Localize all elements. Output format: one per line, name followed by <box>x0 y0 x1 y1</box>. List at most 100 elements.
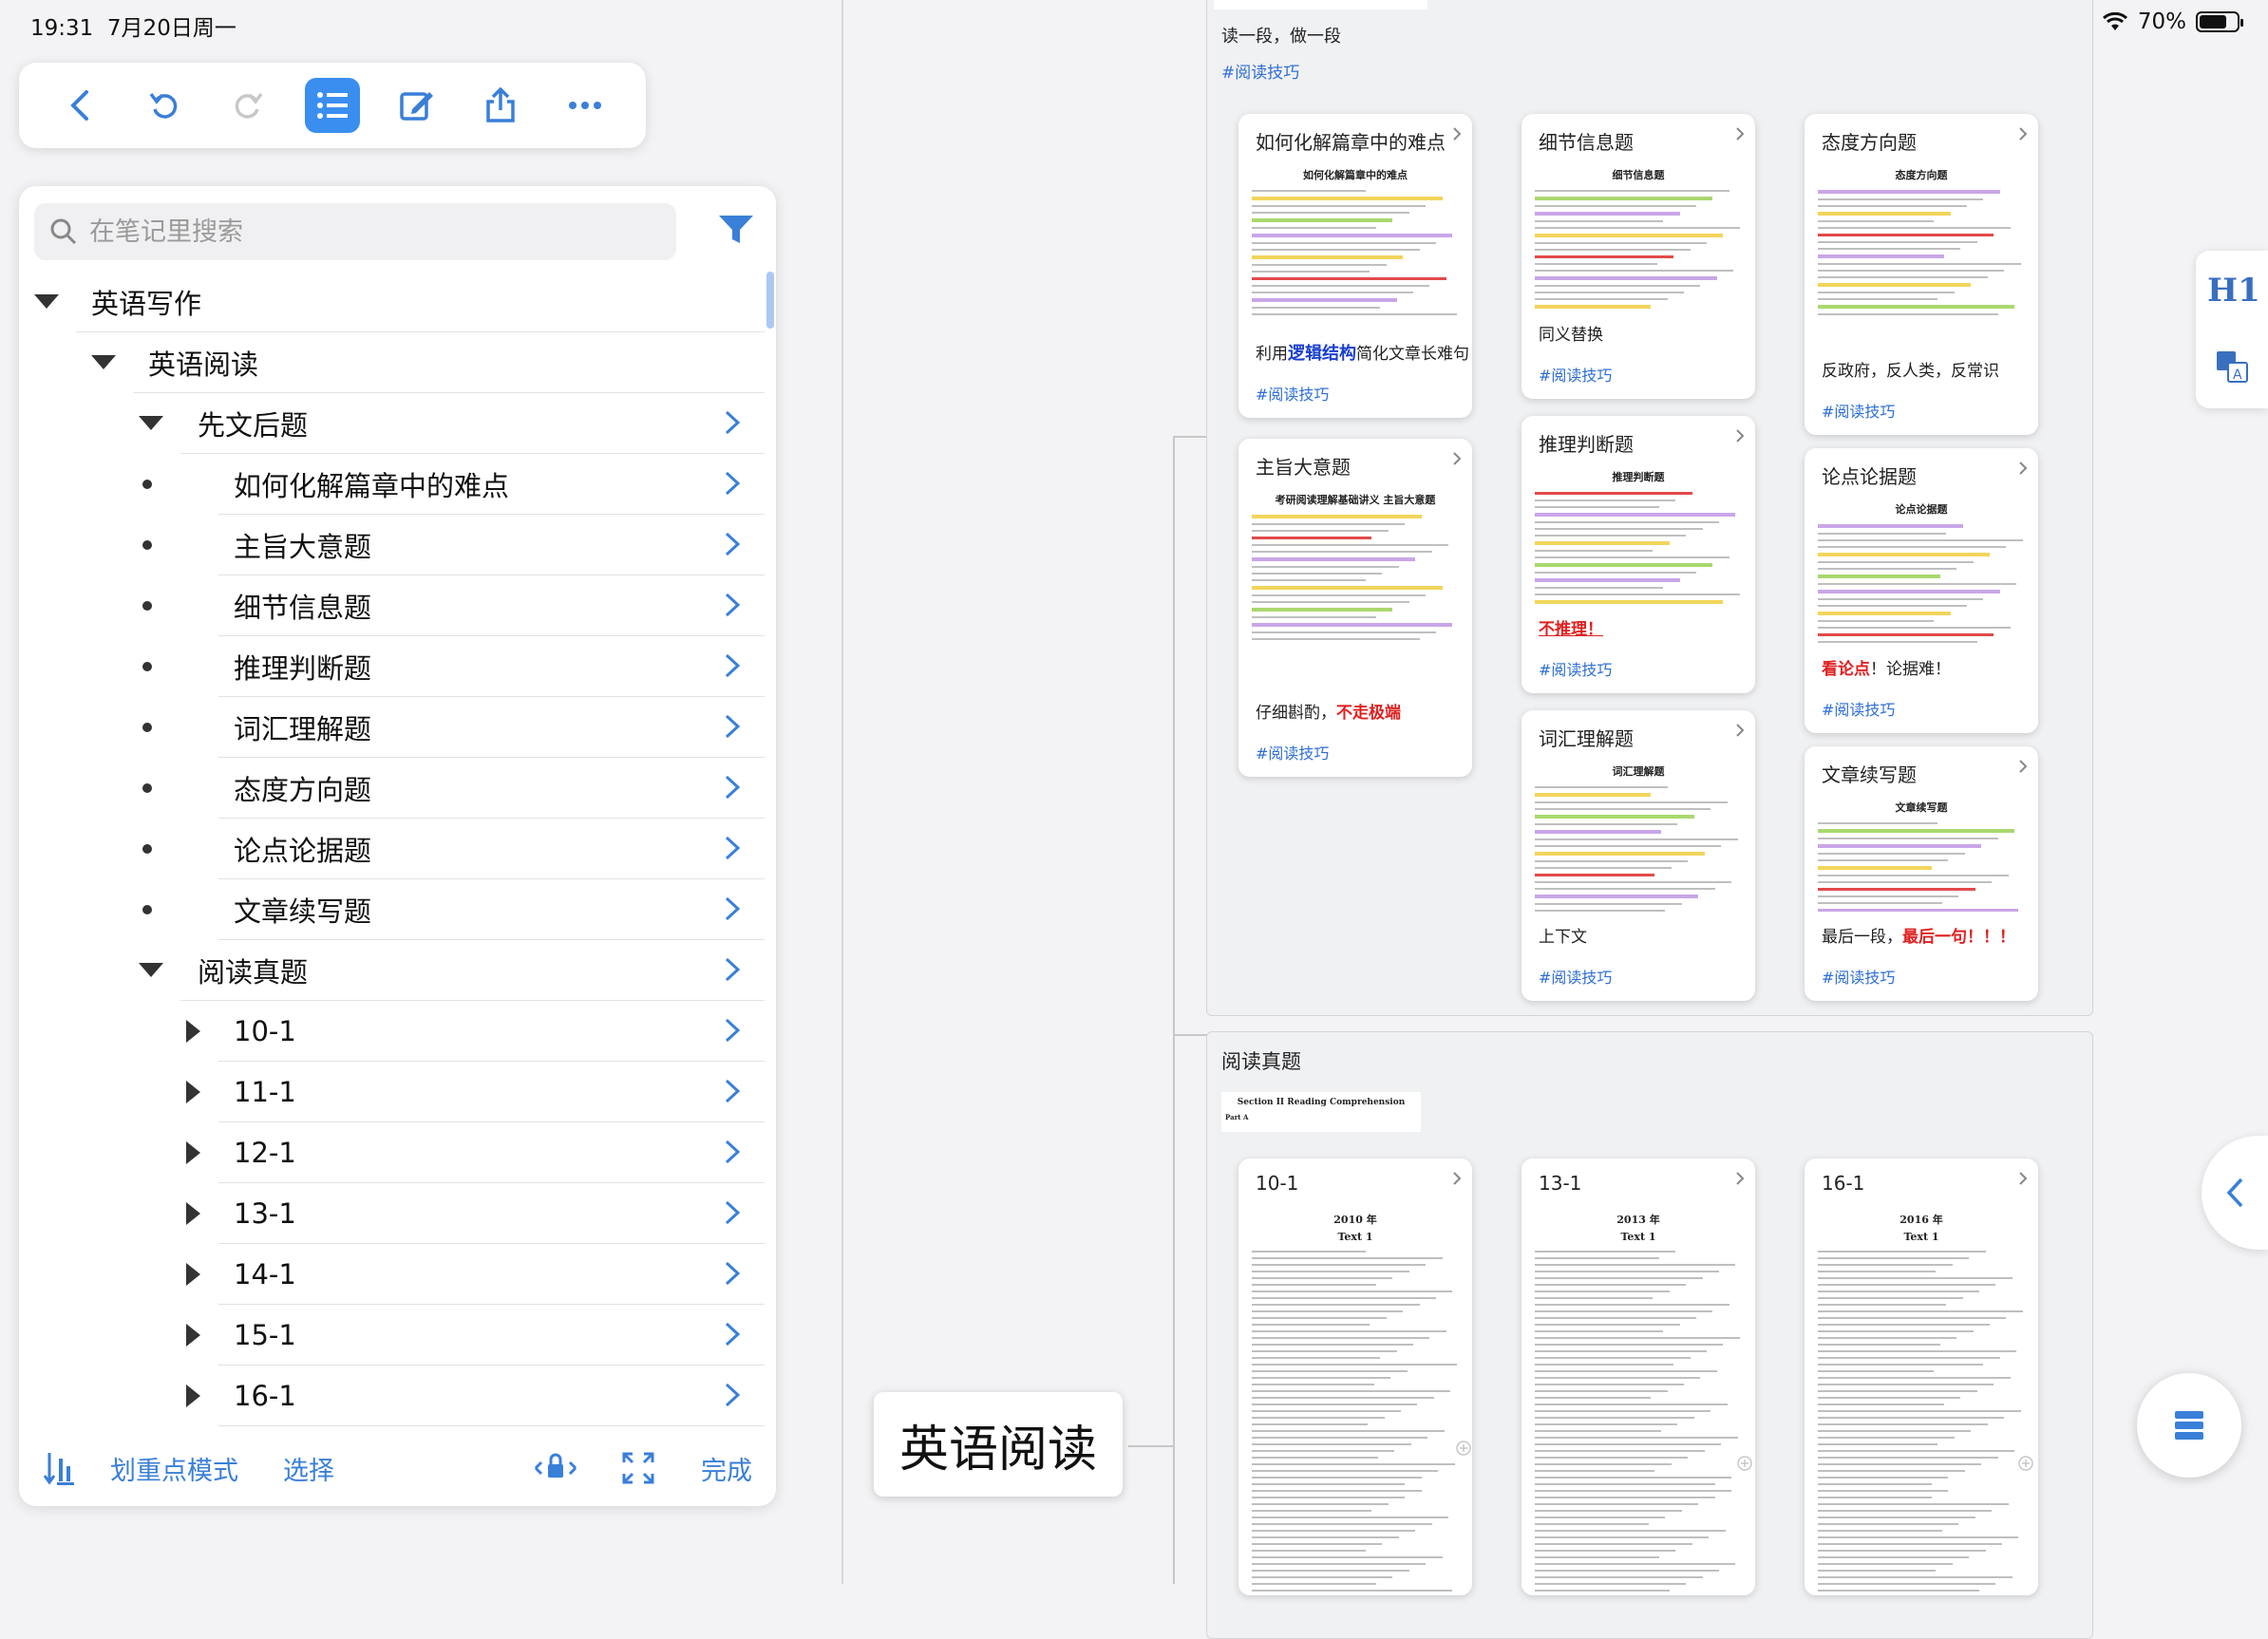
chevron-right-icon[interactable] <box>723 1077 742 1105</box>
back-icon[interactable] <box>52 78 107 133</box>
chevron-right-icon[interactable] <box>723 591 742 619</box>
chevron-right-icon[interactable] <box>723 955 742 984</box>
skill-card[interactable]: 词汇理解题 词汇理解题 上下文 #阅读技巧 <box>1521 710 1755 1001</box>
expand-arrow-icon[interactable] <box>186 1141 200 1164</box>
skill-card[interactable]: 推理判断题 推理判断题 不推理！ #阅读技巧 <box>1521 416 1755 693</box>
done-button[interactable]: 完成 <box>701 1450 752 1487</box>
root-node[interactable]: 英语阅读 <box>874 1392 1123 1497</box>
search-input[interactable] <box>87 216 638 248</box>
skill-card[interactable]: 细节信息题 细节信息题 同义替换 #阅读技巧 <box>1521 114 1755 399</box>
chevron-right-icon[interactable] <box>723 1198 742 1227</box>
tree-node-level1[interactable]: 英语阅读 <box>19 332 776 393</box>
expand-arrow-icon[interactable] <box>186 1324 200 1347</box>
chevron-right-icon[interactable] <box>1734 427 1746 444</box>
card-tag[interactable]: #阅读技巧 <box>1822 399 1895 422</box>
card-tag[interactable]: #阅读技巧 <box>1539 657 1612 680</box>
skill-card[interactable]: 如何化解篇章中的难点 如何化解篇章中的难点 利用逻辑结构简化文章长难句 #阅读技巧 <box>1238 114 1472 418</box>
collapse-icon[interactable] <box>139 963 163 977</box>
sort-icon[interactable] <box>42 1449 78 1487</box>
chevron-right-icon[interactable] <box>723 1259 742 1288</box>
collapse-icon[interactable] <box>34 294 59 309</box>
tree-collapsed-item[interactable]: 11-1 <box>19 1062 776 1122</box>
tree-leaf-item[interactable]: 主旨大意题 <box>19 515 776 575</box>
exam-card[interactable]: 10-1 2010 年 Text 1 <box>1238 1159 1472 1595</box>
tree-leaf-item[interactable]: 态度方向题 <box>19 758 776 819</box>
expand-arrow-icon[interactable] <box>186 1020 200 1043</box>
add-node-icon[interactable] <box>1455 1440 1472 1457</box>
highlight-mode-button[interactable]: 划重点模式 <box>110 1450 238 1487</box>
exam-card[interactable]: 16-1 2016 年 Text 1 <box>1805 1159 2038 1595</box>
card-tag[interactable]: #阅读技巧 <box>1256 741 1329 763</box>
tree-node-root[interactable]: 英语写作 <box>19 272 776 332</box>
search-box[interactable] <box>34 203 676 260</box>
layers-button[interactable] <box>2137 1373 2241 1478</box>
chevron-right-icon[interactable] <box>723 1381 742 1409</box>
translate-icon[interactable]: A <box>2215 349 2249 384</box>
tree-collapsed-item[interactable]: 10-1 <box>19 1001 776 1062</box>
tree-leaf-item[interactable]: 细节信息题 <box>19 575 776 636</box>
tree-node-group2[interactable]: 阅读真题 <box>19 940 776 1001</box>
chevron-right-icon[interactable] <box>723 1320 742 1348</box>
expand-arrow-icon[interactable] <box>186 1081 200 1103</box>
redo-icon[interactable] <box>220 78 275 133</box>
chevron-right-icon[interactable] <box>723 469 742 498</box>
chevron-right-icon[interactable] <box>723 834 742 862</box>
more-icon[interactable] <box>558 78 613 133</box>
chevron-right-icon[interactable] <box>2017 125 2029 142</box>
chevron-right-icon[interactable] <box>2017 460 2029 477</box>
collapse-icon[interactable] <box>139 416 163 430</box>
lock-icon[interactable] <box>532 1451 579 1485</box>
select-button[interactable]: 选择 <box>283 1450 334 1487</box>
expand-icon[interactable] <box>621 1451 655 1485</box>
chevron-right-icon[interactable] <box>723 895 742 923</box>
filter-icon[interactable] <box>717 213 755 247</box>
chevron-right-icon[interactable] <box>723 651 742 680</box>
tree-leaf-item[interactable]: 文章续写题 <box>19 879 776 940</box>
chevron-right-icon[interactable] <box>1451 125 1463 142</box>
add-node-icon[interactable] <box>1736 1455 1753 1472</box>
skill-card[interactable]: 文章续写题 文章续写题 最后一段，最后一句！！！ #阅读技巧 <box>1805 746 2038 1001</box>
chevron-right-icon[interactable] <box>1451 450 1463 467</box>
chevron-right-icon[interactable] <box>1451 1170 1463 1187</box>
chevron-right-icon[interactable] <box>2017 758 2029 775</box>
tree-leaf-item[interactable]: 论点论据题 <box>19 819 776 879</box>
card-tag[interactable]: #阅读技巧 <box>1822 965 1895 988</box>
card-tag[interactable]: #阅读技巧 <box>1539 363 1612 386</box>
tree-collapsed-item[interactable]: 12-1 <box>19 1122 776 1183</box>
undo-icon[interactable] <box>137 78 192 133</box>
chevron-right-icon[interactable] <box>723 1138 742 1166</box>
share-icon[interactable] <box>473 78 528 133</box>
tree-collapsed-item[interactable]: 13-1 <box>19 1183 776 1244</box>
chevron-right-icon[interactable] <box>723 773 742 801</box>
tree-collapsed-item[interactable]: 14-1 <box>19 1244 776 1305</box>
skill-card[interactable]: 主旨大意题 考研阅读理解基础讲义 主旨大意题 仔细斟酌，不走极端 #阅读技巧 <box>1238 439 1472 777</box>
group-tag[interactable]: #阅读技巧 <box>1221 59 1299 83</box>
expand-arrow-icon[interactable] <box>186 1202 200 1225</box>
collapse-icon[interactable] <box>91 355 116 369</box>
outline-list-icon[interactable] <box>304 78 360 133</box>
heading-icon[interactable]: H1 <box>2207 272 2260 310</box>
chevron-right-icon[interactable] <box>1734 125 1746 142</box>
card-tag[interactable]: #阅读技巧 <box>1539 965 1612 988</box>
chevron-right-icon[interactable] <box>1734 1170 1746 1187</box>
edit-icon[interactable] <box>389 78 444 133</box>
add-node-icon[interactable] <box>2017 1455 2034 1472</box>
expand-arrow-icon[interactable] <box>186 1385 200 1407</box>
tree-leaf-item[interactable]: 推理判断题 <box>19 636 776 697</box>
tree-collapsed-item[interactable]: 15-1 <box>19 1305 776 1366</box>
expand-arrow-icon[interactable] <box>186 1263 200 1286</box>
skill-card[interactable]: 态度方向题 态度方向题 反政府，反人类，反常识 #阅读技巧 <box>1805 114 2038 435</box>
card-tag[interactable]: #阅读技巧 <box>1256 382 1329 405</box>
chevron-right-icon[interactable] <box>723 712 742 741</box>
tree-collapsed-item[interactable]: 16-1 <box>19 1366 776 1426</box>
exam-card[interactable]: 13-1 2013 年 Text 1 <box>1521 1159 1755 1595</box>
tree-node-group1[interactable]: 先文后题 <box>19 393 776 454</box>
chevron-right-icon[interactable] <box>723 530 742 558</box>
tree-leaf-item[interactable]: 如何化解篇章中的难点 <box>19 454 776 515</box>
card-tag[interactable]: #阅读技巧 <box>1822 697 1895 720</box>
chevron-right-icon[interactable] <box>723 408 742 437</box>
skill-card[interactable]: 论点论据题 论点论据题 看论点！论据难！ #阅读技巧 <box>1805 448 2038 733</box>
chevron-right-icon[interactable] <box>1734 722 1746 739</box>
chevron-right-icon[interactable] <box>2017 1170 2029 1187</box>
chevron-right-icon[interactable] <box>723 1016 742 1045</box>
